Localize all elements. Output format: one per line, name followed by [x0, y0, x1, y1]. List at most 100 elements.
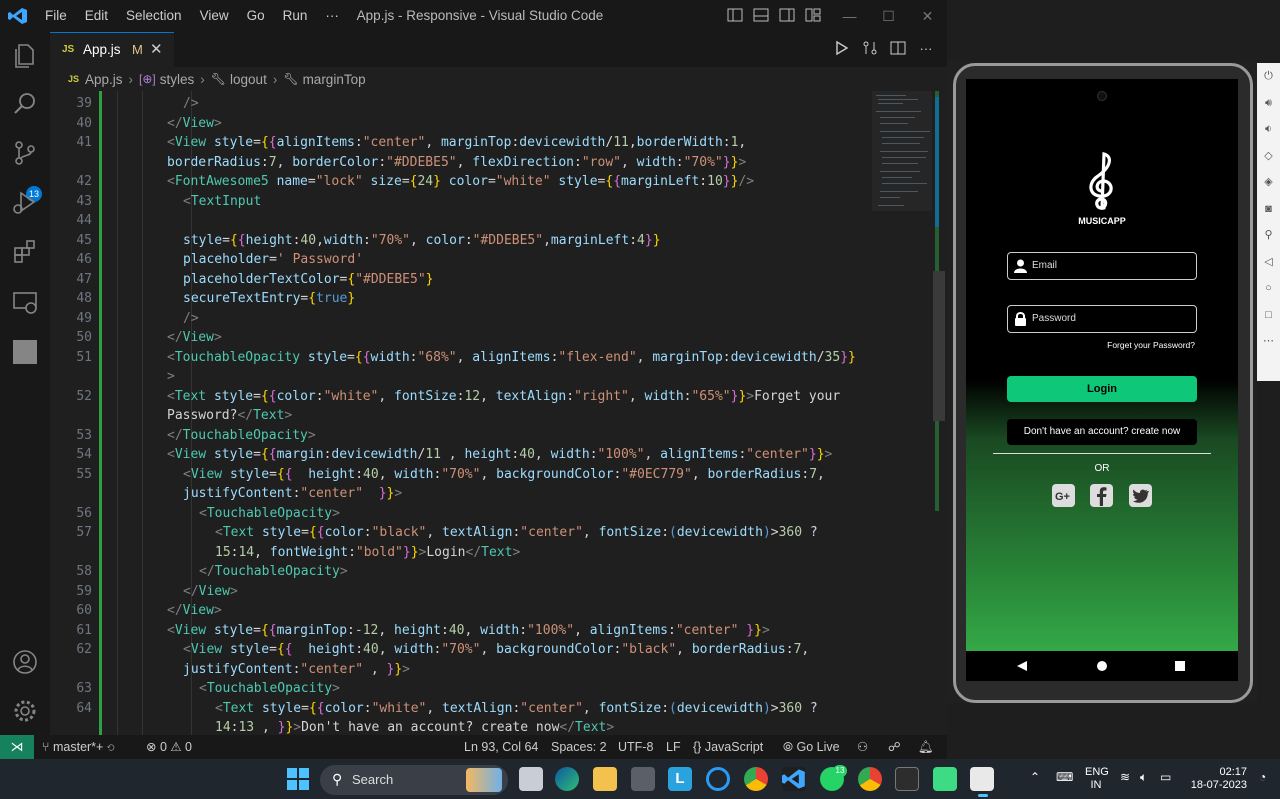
code-line[interactable]: > [50, 367, 930, 387]
menu-file[interactable]: File [36, 0, 76, 32]
menu-selection[interactable]: Selection [117, 0, 191, 32]
remote-explorer-icon[interactable] [10, 287, 40, 317]
code-line[interactable]: 58 </TouchableOpacity> [50, 562, 930, 582]
close-tab-icon[interactable]: ✕ [150, 40, 163, 58]
vertical-scrollbar[interactable] [933, 91, 947, 735]
code-line[interactable]: 54 <View style={{margin:devicewidth/11 , … [50, 445, 930, 465]
customize-layout-icon[interactable] [804, 6, 822, 24]
source-control-icon[interactable] [10, 138, 40, 168]
breadcrumb-logout[interactable]: logout [230, 72, 267, 87]
create-account-button[interactable]: Don't have an account? create now [1007, 419, 1197, 445]
code-line[interactable]: 46 placeholder=' Password' [50, 250, 930, 270]
power-icon[interactable]: ⏻ [1257, 63, 1280, 90]
toggle-secondary-sidebar-icon[interactable] [778, 6, 796, 24]
home-icon[interactable] [1096, 660, 1108, 672]
edge-icon[interactable] [555, 767, 579, 791]
vscode-logo-icon[interactable] [8, 7, 28, 25]
feedback-icon[interactable]: ☍ [888, 735, 901, 759]
code-line[interactable]: 57 <Text style={{color:"black", textAlign… [50, 523, 930, 543]
google-plus-icon[interactable]: G+ [1052, 484, 1075, 507]
run-file-icon[interactable] [834, 40, 850, 58]
rotate-left-icon[interactable]: ◇ [1257, 143, 1280, 170]
code-line[interactable]: 44 [50, 211, 930, 231]
code-line[interactable]: justifyContent:"center" }}> [50, 484, 930, 504]
store-icon[interactable] [631, 767, 655, 791]
open-changes-icon[interactable] [862, 40, 878, 58]
overview-icon[interactable]: □ [1257, 302, 1280, 329]
code-line[interactable]: 55 <View style={{ height:40, width:"70%",… [50, 465, 930, 485]
explorer-icon[interactable] [10, 40, 40, 70]
code-line[interactable]: 56 <TouchableOpacity> [50, 504, 930, 524]
home-icon[interactable]: ○ [1257, 275, 1280, 302]
search-icon[interactable] [10, 89, 40, 119]
keyboard-icon[interactable]: ⌨ [1056, 770, 1073, 784]
terminal-icon[interactable] [895, 767, 919, 791]
rotate-right-icon[interactable]: ◈ [1257, 169, 1280, 196]
code-line[interactable]: 64 <Text style={{color:"white", textAlign… [50, 699, 930, 719]
forgot-password-link[interactable]: Forget your Password? [1060, 340, 1195, 350]
screenshot-icon[interactable]: ◙ [1257, 196, 1280, 223]
overview-icon[interactable] [1174, 660, 1186, 672]
zoom-icon[interactable]: ⚲ [1257, 222, 1280, 249]
problems-status[interactable]: ⊗ 0 ⚠ 0 [146, 735, 192, 759]
code-line[interactable]: 50 </View> [50, 328, 930, 348]
language-status[interactable]: {} JavaScript [693, 735, 763, 759]
account-icon[interactable] [10, 647, 40, 677]
more-actions-icon[interactable]: ··· [918, 40, 934, 58]
remote-indicator-icon[interactable]: ⋊ [0, 735, 34, 759]
toggle-panel-icon[interactable] [752, 6, 770, 24]
code-line[interactable]: 45 style={{height:40,width:"70%", color:"… [50, 231, 930, 251]
copilot-icon[interactable]: ⚇ [857, 735, 868, 759]
split-editor-icon[interactable] [890, 40, 906, 58]
emulator-taskbar-icon[interactable] [970, 767, 994, 791]
toggle-primary-sidebar-icon[interactable] [726, 6, 744, 24]
code-line[interactable]: 43 <TextInput [50, 192, 930, 212]
notifications-bell-icon[interactable]: 🔔︎ [918, 735, 934, 759]
code-line[interactable]: 59 </View> [50, 582, 930, 602]
code-line[interactable]: 53 </TouchableOpacity> [50, 426, 930, 446]
code-line[interactable]: 40 </View> [50, 114, 930, 134]
encoding-status[interactable]: UTF-8 [618, 735, 653, 759]
code-line[interactable]: 47 placeholderTextColor={"#DDEBE5"} [50, 270, 930, 290]
close-button[interactable]: ✕ [908, 0, 947, 32]
code-line[interactable]: 42 <FontAwesome5 name="lock" size={24} co… [50, 172, 930, 192]
wifi-icon[interactable]: ≋ [1120, 770, 1130, 784]
email-input[interactable]: Email [1007, 252, 1197, 280]
code-line[interactable]: justifyContent:"center" , }}> [50, 660, 930, 680]
breadcrumb-styles[interactable]: styles [160, 72, 195, 87]
chevron-up-icon[interactable]: ⌃ [1030, 770, 1040, 784]
facebook-icon[interactable] [1090, 484, 1113, 507]
cortana-icon[interactable] [706, 767, 730, 791]
twitter-icon[interactable] [1129, 484, 1152, 507]
extensions-icon[interactable] [10, 237, 40, 267]
back-icon[interactable]: ◁ [1257, 249, 1280, 276]
code-line[interactable]: Password?</Text> [50, 406, 930, 426]
tab-app-js[interactable]: JS App.js M ✕ [50, 32, 174, 67]
file-explorer-icon[interactable] [593, 767, 617, 791]
code-editor[interactable]: 39/> 40 </View> 41 <View style={{alignItems:… [50, 91, 935, 735]
code-line[interactable]: 63 <TouchableOpacity> [50, 679, 930, 699]
breadcrumb-margintop[interactable]: marginTop [303, 72, 366, 87]
vscode-taskbar-icon[interactable] [782, 767, 806, 791]
menu-run[interactable]: Run [274, 0, 317, 32]
code-line[interactable]: borderRadius:7, borderColor:"#DDEBE5", f… [50, 153, 930, 173]
code-line[interactable]: 51 <TouchableOpacity style={{width:"68%",… [50, 348, 930, 368]
login-button[interactable]: Login [1007, 376, 1197, 402]
task-view-icon[interactable] [519, 767, 543, 791]
maximize-button[interactable]: ☐ [869, 0, 908, 32]
settings-gear-icon[interactable] [10, 696, 40, 726]
code-line[interactable]: 60 </View> [50, 601, 930, 621]
code-line[interactable]: 61 <View style={{marginTop:-12, height:40… [50, 621, 930, 641]
volume-down-icon[interactable]: 🔉︎ [1257, 116, 1280, 143]
minimize-button[interactable]: — [830, 0, 869, 32]
volume-icon[interactable]: 🔈︎ [1140, 770, 1147, 785]
chrome-icon[interactable] [744, 767, 768, 791]
code-line[interactable]: 48 secureTextEntry={true} [50, 289, 930, 309]
password-input[interactable]: Password [1007, 305, 1197, 333]
volume-up-icon[interactable]: 🔊︎ [1257, 90, 1280, 117]
branch-status[interactable]: ⑂ master*+ ⟲ [42, 735, 114, 759]
android-studio-icon[interactable] [933, 767, 957, 791]
code-line[interactable]: 41 <View style={{alignItems:"center", mar… [50, 133, 930, 153]
breadcrumb-file[interactable]: App.js [85, 72, 123, 87]
indentation-status[interactable]: Spaces: 2 [551, 735, 607, 759]
